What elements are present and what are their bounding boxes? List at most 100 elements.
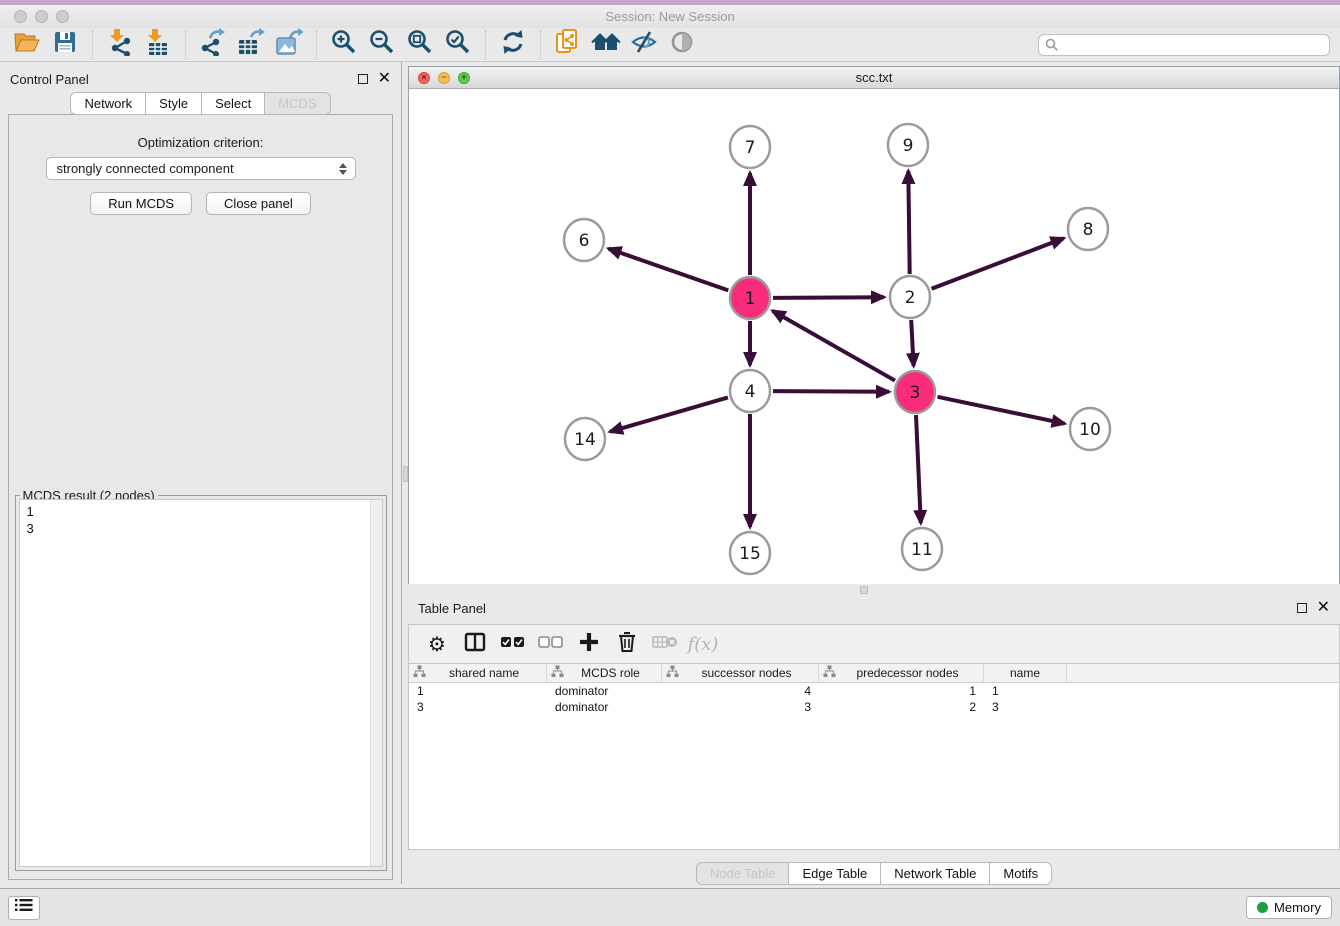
open-session-icon [14, 30, 40, 59]
graph-edge-3-10[interactable] [938, 397, 1065, 424]
graph-edge-2-3[interactable] [911, 320, 913, 366]
hide-details-button[interactable] [625, 30, 663, 60]
float-panel-icon[interactable] [1297, 603, 1307, 613]
delete-table-icon [652, 634, 678, 655]
home-button[interactable] [587, 30, 625, 60]
graph-edge-4-3[interactable] [773, 391, 889, 392]
open-session-button[interactable] [8, 30, 46, 60]
tab-edge-table[interactable]: Edge Table [788, 862, 881, 885]
graph-node-label: 14 [574, 430, 596, 450]
zoom-fit-button[interactable] [401, 30, 439, 60]
table-panel-header: Table Panel ✕ [408, 596, 1340, 620]
tab-style[interactable]: Style [145, 92, 202, 115]
optimization-criterion-select[interactable]: strongly connected component [46, 157, 356, 180]
mcds-result-box[interactable]: 1 3 [19, 499, 383, 867]
tab-mcds[interactable]: MCDS [264, 92, 330, 115]
attribute-type-icon [666, 665, 679, 681]
close-panel-icon[interactable]: ✕ [378, 74, 391, 84]
export-network-button[interactable] [194, 30, 232, 60]
toolbar-separator [185, 30, 186, 60]
toolbar-separator [485, 30, 486, 60]
import-table-button[interactable] [139, 30, 177, 60]
attribute-type-icon [413, 665, 426, 681]
column-header-mcds-role[interactable]: MCDS role [547, 664, 662, 682]
graph-edge-3-11[interactable] [916, 415, 921, 523]
float-panel-icon[interactable] [358, 74, 368, 84]
table-row[interactable]: 1 dominator 4 1 1 [409, 683, 1339, 699]
column-header-successor-nodes[interactable]: successor nodes [662, 664, 819, 682]
zoom-in-icon [331, 29, 357, 60]
network-graph: 7968124314101511 [409, 89, 1339, 584]
export-table-button[interactable] [232, 30, 270, 60]
table-settings-button[interactable]: ⚙ [421, 629, 453, 659]
mcds-panel-content: Optimization criterion: strongly connect… [8, 114, 393, 880]
close-panel-button[interactable]: Close panel [206, 192, 311, 215]
unselect-all-columns-button[interactable] [535, 629, 567, 659]
control-panel-title: Control Panel [10, 72, 89, 87]
column-header-shared-name[interactable]: shared name [409, 664, 547, 682]
graph-edge-3-1[interactable] [773, 311, 895, 381]
graph-edge-1-2[interactable] [773, 297, 884, 298]
select-all-columns-button[interactable] [497, 629, 529, 659]
tab-motifs[interactable]: Motifs [989, 862, 1052, 885]
add-column-button[interactable] [573, 629, 605, 659]
toolbar-separator [540, 30, 541, 60]
zoom-selected-icon [445, 29, 471, 60]
optimization-criterion-label: Optimization criterion: [138, 135, 264, 150]
column-header-predecessor-nodes[interactable]: predecessor nodes [819, 664, 984, 682]
tab-network-table[interactable]: Network Table [880, 862, 990, 885]
task-history-button[interactable] [8, 896, 40, 920]
splitter-handle[interactable] [860, 586, 868, 594]
graph-node-label: 2 [905, 288, 916, 308]
node-table[interactable]: shared name MCDS role successor nodes [408, 664, 1340, 850]
refresh-button[interactable] [494, 30, 532, 60]
search-input[interactable] [1038, 34, 1330, 56]
tab-node-table[interactable]: Node Table [696, 862, 790, 885]
toolbar-separator [316, 30, 317, 60]
zoom-out-button[interactable] [363, 30, 401, 60]
graph-edge-2-8[interactable] [932, 238, 1064, 288]
graph-node-label: 15 [739, 544, 761, 564]
mcds-result-line: 3 [27, 520, 375, 537]
import-network-button[interactable] [101, 30, 139, 60]
main-toolbar [0, 28, 1340, 62]
export-image-button[interactable] [270, 30, 308, 60]
horizontal-splitter[interactable] [408, 584, 1340, 596]
export-network-icon [200, 28, 226, 61]
trash-icon [617, 631, 637, 658]
application-window: Session: New Session [0, 0, 1340, 926]
run-mcds-button[interactable]: Run MCDS [90, 192, 192, 215]
zoom-selected-button[interactable] [439, 30, 477, 60]
graph-edge-1-6[interactable] [609, 249, 729, 291]
function-icon: f(x) [688, 634, 719, 655]
delete-table-button[interactable] [649, 629, 681, 659]
delete-column-button[interactable] [611, 629, 643, 659]
columns-icon [464, 632, 486, 657]
network-canvas[interactable]: 7968124314101511 [409, 89, 1339, 584]
graph-edge-4-14[interactable] [610, 397, 728, 431]
show-details-button[interactable] [663, 30, 701, 60]
tab-select[interactable]: Select [201, 92, 265, 115]
table-row[interactable]: 3 dominator 3 2 3 [409, 699, 1339, 715]
attribute-type-icon [823, 665, 836, 681]
graph-node-label: 6 [579, 231, 590, 251]
save-session-button[interactable] [46, 30, 84, 60]
zoom-in-button[interactable] [325, 30, 363, 60]
toggle-column-view-button[interactable] [459, 629, 491, 659]
column-header-name[interactable]: name [984, 664, 1067, 682]
memory-button[interactable]: Memory [1246, 896, 1332, 919]
graph-node-label: 3 [910, 383, 921, 403]
window-titlebar[interactable]: Session: New Session [0, 5, 1340, 28]
graph-edge-2-9[interactable] [908, 171, 909, 274]
vertical-splitter[interactable] [401, 62, 408, 884]
network-window-titlebar[interactable]: × − + scc.txt [409, 67, 1339, 89]
select-stepper-icon [339, 163, 347, 175]
function-builder-button[interactable]: f(x) [687, 629, 719, 659]
status-bar: Memory [0, 888, 1340, 926]
close-panel-icon[interactable]: ✕ [1317, 603, 1330, 613]
network-file-button[interactable] [549, 30, 587, 60]
result-scrollbar[interactable] [370, 500, 382, 866]
tab-network[interactable]: Network [70, 92, 146, 115]
table-panel: Table Panel ✕ ⚙ [408, 596, 1340, 884]
gear-icon: ⚙ [428, 632, 446, 656]
